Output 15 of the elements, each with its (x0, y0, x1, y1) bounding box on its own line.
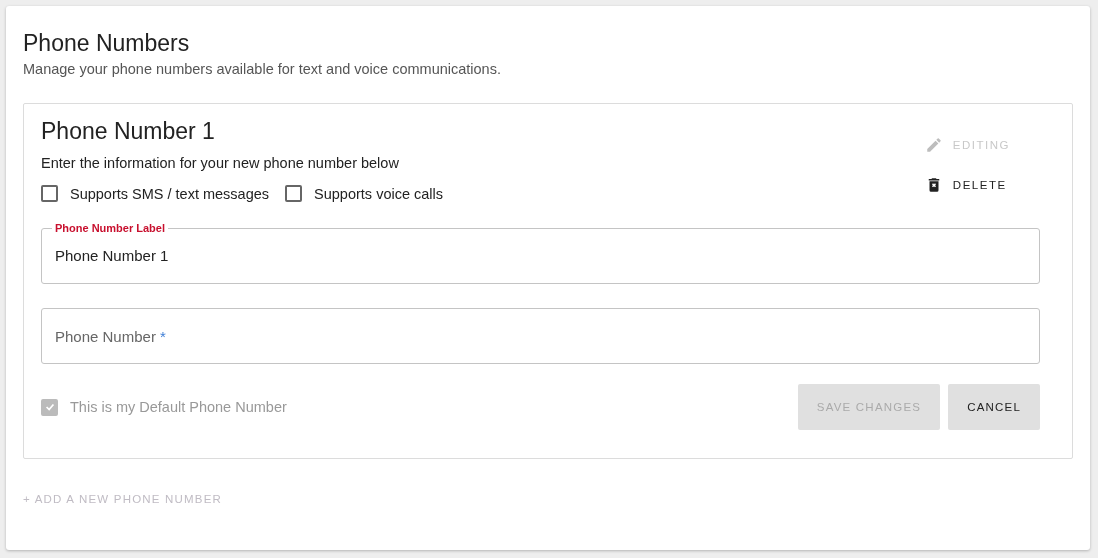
checkbox-option[interactable]: Supports SMS / text messages (41, 185, 270, 202)
checkbox-option[interactable]: Supports voice calls (285, 185, 443, 202)
check-icon (43, 401, 56, 413)
input-field[interactable]: Phone Number * (41, 308, 1040, 364)
input-field[interactable]: Phone Number Label Phone Number 1 (41, 222, 1040, 284)
checkbox[interactable] (41, 185, 58, 202)
field-value: Phone Number 1 (55, 247, 170, 264)
delete-button[interactable]: DELETE (924, 172, 1007, 198)
cancel-button[interactable]: CANCEL (948, 384, 1040, 430)
checkbox[interactable] (285, 185, 303, 202)
card-title: Phone Number 1 (41, 118, 215, 145)
instructions-text: Enter the information for your new phone number below (41, 155, 399, 171)
pencil-icon (924, 136, 943, 154)
page-title: Phone Numbers (23, 30, 190, 57)
page-subtitle: Manage your phone numbers available for text and voice communications. (23, 61, 501, 77)
